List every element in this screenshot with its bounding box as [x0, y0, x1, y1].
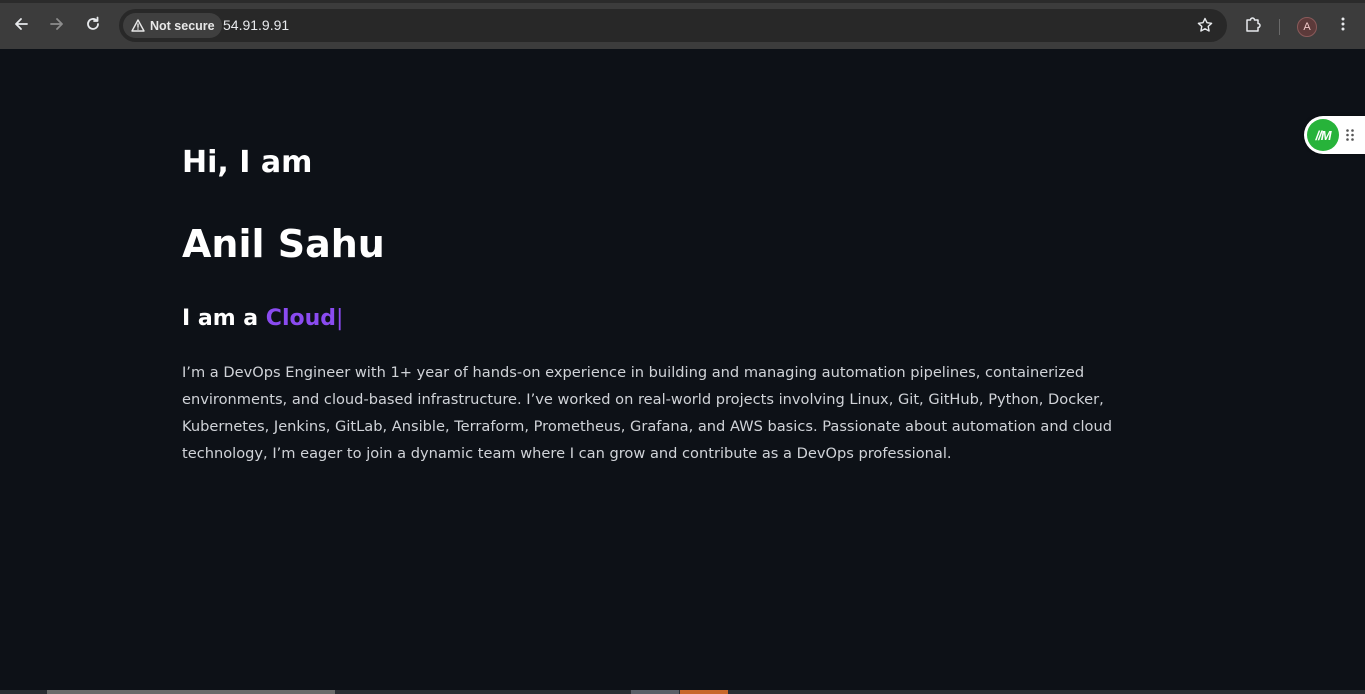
arrow-right-icon	[50, 18, 63, 30]
taskbar	[0, 690, 1365, 694]
taskbar-search-box[interactable]	[47, 690, 335, 694]
reload-icon	[87, 16, 99, 30]
url-text[interactable]: 54.91.9.91	[223, 17, 289, 33]
role-prefix: I am a	[182, 306, 259, 331]
typing-cursor: |	[336, 306, 344, 331]
extension-logo-icon[interactable]: //M	[1307, 119, 1339, 151]
back-button[interactable]	[6, 9, 36, 39]
toolbar-divider	[1279, 19, 1280, 35]
extension-widget[interactable]: //M	[1304, 116, 1365, 154]
extensions-button[interactable]	[1238, 9, 1268, 39]
page-content: Hi, I am Anil Sahu I am a Cloud| I’m a D…	[0, 49, 1365, 690]
security-chip[interactable]: Not secure	[123, 13, 222, 38]
role-typing-text: Cloud	[265, 306, 337, 331]
menu-button[interactable]	[1328, 9, 1358, 39]
arrow-left-icon	[15, 18, 28, 30]
profile-avatar[interactable]: A	[1297, 17, 1317, 37]
star-icon	[1197, 17, 1213, 32]
drag-handle-icon[interactable]	[1345, 128, 1355, 142]
puzzle-icon	[1246, 17, 1261, 32]
address-bar[interactable]: Not secure 54.91.9.91	[119, 9, 1227, 42]
role-line: I am a Cloud|	[182, 303, 343, 335]
reload-button[interactable]	[78, 9, 108, 39]
bio-paragraph: I’m a DevOps Engineer with 1+ year of ha…	[182, 364, 1112, 462]
more-vertical-icon	[1341, 17, 1345, 31]
security-label: Not secure	[150, 18, 215, 33]
bookmark-button[interactable]	[1191, 11, 1219, 39]
warning-icon	[131, 19, 145, 32]
taskbar-app-item[interactable]	[680, 690, 728, 694]
browser-toolbar: Not secure 54.91.9.91 A	[0, 0, 1365, 49]
taskbar-app-item[interactable]	[631, 690, 679, 694]
greeting-heading: Hi, I am	[182, 145, 313, 180]
forward-button[interactable]	[42, 9, 72, 39]
name-heading: Anil Sahu	[182, 222, 385, 266]
